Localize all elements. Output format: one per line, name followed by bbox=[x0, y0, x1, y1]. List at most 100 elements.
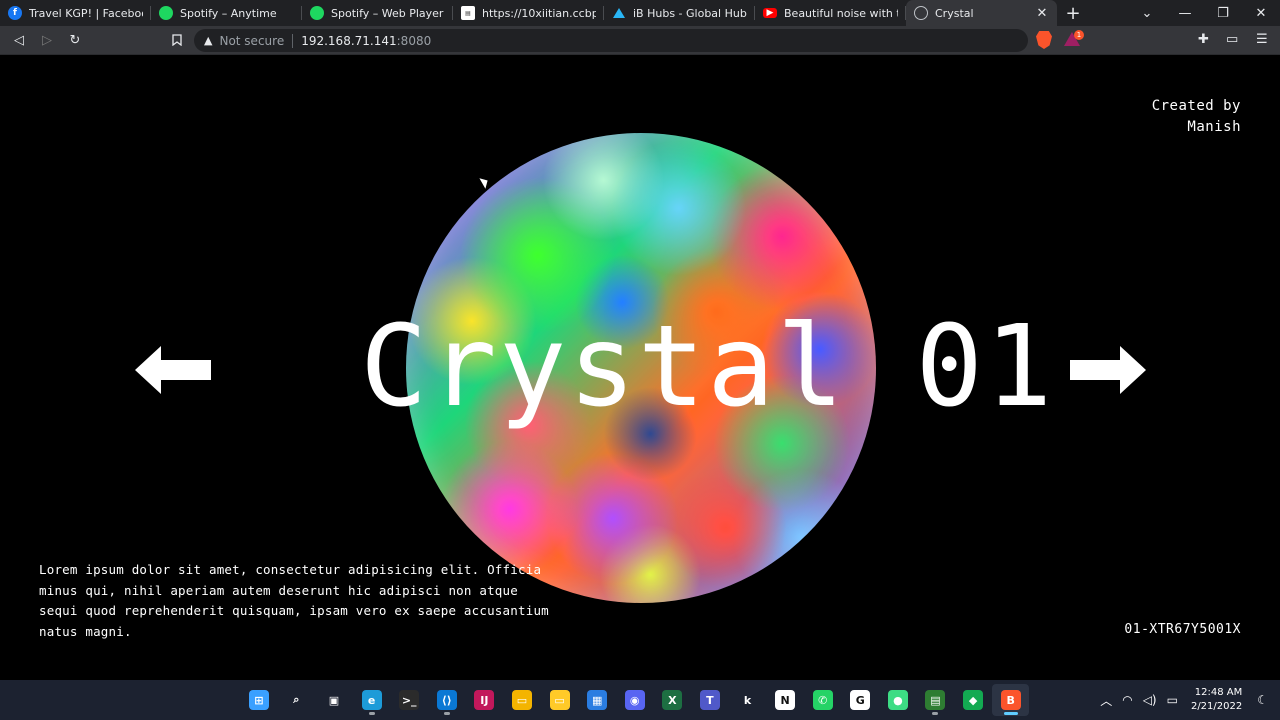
green-icon: ● bbox=[887, 690, 908, 710]
tab-spotify-web-player[interactable]: Spotify – Web Player bbox=[302, 0, 453, 26]
intellij-icon: IJ bbox=[474, 690, 495, 710]
restore-icon[interactable]: ❐ bbox=[1204, 6, 1242, 21]
file-explorer-app[interactable]: ▭ bbox=[503, 684, 541, 716]
store-app[interactable]: ▦ bbox=[578, 684, 616, 716]
back-icon[interactable]: ◁ bbox=[6, 27, 32, 53]
brave-icon: B bbox=[1000, 690, 1021, 710]
mongodb-app[interactable]: ◆ bbox=[954, 684, 992, 716]
windows-taskbar: ⊞ ⌕ ▣ e >_ ⟨⟩ IJ ▭ ▭ ▦ ◉ X Tk N ✆ G ● ▤ ◆ B ︿ ◠ ◁) ▭ 12:48 … bbox=[0, 680, 1280, 720]
page-viewport: Crystal 01 Created by Manish Lorem ipsum… bbox=[0, 56, 1280, 680]
excel-icon: X bbox=[662, 690, 683, 710]
notion-icon: N bbox=[775, 690, 796, 710]
tab-youtube[interactable]: ▶ Beautiful noise with three.js bbox=[755, 0, 906, 26]
security-label: Not secure bbox=[219, 33, 285, 48]
chart-app[interactable]: ▤ bbox=[917, 684, 955, 716]
forward-icon[interactable]: ▷ bbox=[34, 27, 60, 53]
folder-app[interactable]: ▭ bbox=[541, 684, 579, 716]
terminal-app[interactable]: >_ bbox=[390, 684, 428, 716]
tab-facebook[interactable]: f Travel KGP! | Facebook bbox=[0, 0, 151, 26]
clock-time: 12:48 AM bbox=[1194, 687, 1243, 698]
whatsapp-app[interactable]: ✆ bbox=[804, 684, 842, 716]
discord-icon: ◉ bbox=[624, 690, 645, 710]
window-close-icon[interactable]: ✕ bbox=[1242, 6, 1280, 21]
discord-app[interactable]: ◉ bbox=[616, 684, 654, 716]
browser-toolbar: ◁ ▷ ↻ ▲ Not secure 192.168.71.141:8080 1… bbox=[0, 26, 1280, 55]
spotify-icon bbox=[310, 6, 324, 20]
tab-ibhubs[interactable]: iB Hubs - Global Hub for 4... bbox=[604, 0, 755, 26]
notion-app[interactable]: N bbox=[766, 684, 804, 716]
author-credit: Created by Manish bbox=[1152, 96, 1241, 138]
reload-icon[interactable]: ↻ bbox=[62, 27, 88, 53]
whatsapp-icon: ✆ bbox=[812, 690, 833, 710]
tab-title: Crystal bbox=[935, 6, 974, 20]
credit-author: Manish bbox=[1187, 119, 1241, 135]
teams-app[interactable]: T bbox=[691, 684, 729, 716]
description-text: Lorem ipsum dolor sit amet, consectetur … bbox=[39, 562, 549, 639]
tab-ccbp[interactable]: ▤ https://10xiitian.ccbp.in bbox=[453, 0, 604, 26]
mouse-cursor-icon bbox=[479, 175, 491, 189]
address-bar[interactable]: ▲ Not secure 192.168.71.141:8080 bbox=[194, 29, 1028, 52]
intellij-app[interactable]: IJ bbox=[466, 684, 504, 716]
ibhubs-icon bbox=[612, 6, 626, 20]
menu-icon[interactable]: ☰ bbox=[1256, 32, 1268, 47]
tab-spotify-anytime[interactable]: Spotify – Anytime bbox=[151, 0, 302, 26]
warning-icon: ▲ bbox=[204, 34, 213, 47]
url-port: :8080 bbox=[396, 33, 432, 48]
tab-title: Travel KGP! | Facebook bbox=[29, 6, 143, 20]
tab-crystal[interactable]: Crystal ✕ bbox=[906, 0, 1057, 26]
chart-icon: ▤ bbox=[925, 690, 946, 710]
edge-icon: e bbox=[361, 690, 382, 710]
start-button[interactable]: ⊞ bbox=[240, 684, 278, 716]
tab-title: Spotify – Anytime bbox=[180, 6, 277, 20]
new-tab-button[interactable]: + bbox=[1061, 0, 1085, 26]
excel-app[interactable]: X bbox=[654, 684, 692, 716]
address-divider bbox=[292, 33, 294, 48]
teams-icon: T bbox=[699, 690, 720, 710]
k-app[interactable]: k bbox=[729, 684, 767, 716]
chevron-up-icon[interactable]: ︿ bbox=[1100, 692, 1112, 709]
url-host: 192.168.71.141 bbox=[301, 33, 397, 48]
extensions-icon[interactable]: ✚ bbox=[1198, 32, 1209, 47]
facebook-icon: f bbox=[8, 6, 22, 20]
minimize-icon[interactable]: — bbox=[1166, 6, 1204, 21]
globe-icon bbox=[914, 6, 928, 20]
page-title: Crystal 01 bbox=[360, 302, 1055, 432]
close-tab-icon[interactable]: ✕ bbox=[1035, 6, 1049, 21]
battery-icon[interactable]: ▭ bbox=[1167, 693, 1178, 707]
notification-icon[interactable]: ☾ bbox=[1257, 693, 1268, 707]
bookmark-icon[interactable] bbox=[164, 27, 190, 53]
tab-search-icon[interactable]: ⌄ bbox=[1128, 6, 1166, 21]
search-button[interactable]: ⌕ bbox=[278, 684, 316, 716]
file-explorer-icon: ▭ bbox=[511, 690, 532, 710]
brave-app[interactable]: B bbox=[991, 684, 1030, 716]
k-icon: k bbox=[743, 693, 752, 707]
google-app[interactable]: G bbox=[842, 684, 880, 716]
credit-label: Created by bbox=[1151, 98, 1241, 114]
wifi-icon[interactable]: ◠ bbox=[1122, 693, 1132, 707]
browser-tab-bar: f Travel KGP! | Facebook Spotify – Anyti… bbox=[0, 0, 1280, 26]
tab-title: iB Hubs - Global Hub for 4... bbox=[633, 6, 747, 20]
wallet-icon[interactable]: ▭ bbox=[1226, 32, 1238, 47]
youtube-icon: ▶ bbox=[763, 8, 777, 18]
ccbp-icon: ▤ bbox=[461, 6, 475, 20]
rewards-badge: 1 bbox=[1074, 30, 1084, 40]
clock[interactable]: 12:48 AM 2/21/2022 bbox=[1191, 686, 1242, 714]
tab-title: Beautiful noise with three.js bbox=[784, 6, 898, 20]
volume-icon[interactable]: ◁) bbox=[1143, 693, 1157, 707]
store-icon: ▦ bbox=[587, 690, 608, 710]
vscode-app[interactable]: ⟨⟩ bbox=[428, 684, 466, 716]
tab-title: https://10xiitian.ccbp.in bbox=[482, 6, 596, 20]
task-view-icon: ▣ bbox=[328, 693, 340, 707]
crystal-code: 01-XTR67Y5001X bbox=[1124, 622, 1241, 637]
previous-arrow-icon[interactable] bbox=[135, 346, 211, 394]
edge-app[interactable]: e bbox=[353, 684, 391, 716]
system-tray: ︿ ◠ ◁) ▭ 12:48 AM 2/21/2022 ☾ bbox=[1095, 680, 1280, 720]
tab-title: Spotify – Web Player bbox=[331, 6, 444, 20]
clock-date: 2/21/2022 bbox=[1190, 701, 1243, 712]
vscode-icon: ⟨⟩ bbox=[436, 690, 457, 710]
task-view-button[interactable]: ▣ bbox=[315, 684, 353, 716]
brave-shields-icon[interactable] bbox=[1036, 31, 1052, 49]
green-app[interactable]: ● bbox=[879, 684, 917, 716]
next-arrow-icon[interactable] bbox=[1070, 346, 1146, 394]
taskbar-apps: ⊞ ⌕ ▣ e >_ ⟨⟩ IJ ▭ ▭ ▦ ◉ X Tk N ✆ G ● ▤ ◆ B bbox=[240, 684, 1030, 716]
